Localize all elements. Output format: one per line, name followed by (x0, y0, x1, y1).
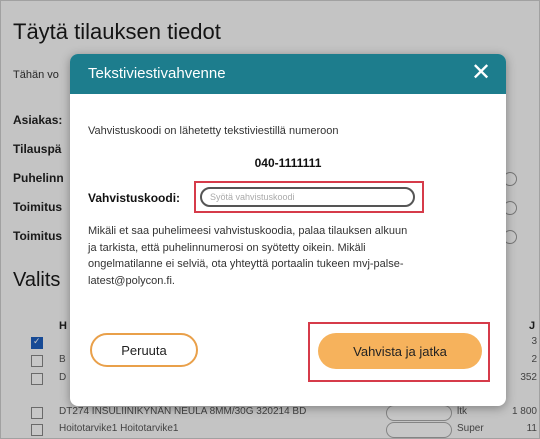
help-notice-line: ja tarkista, että puhelinnumerosi on syö… (88, 241, 366, 254)
close-icon: ✕ (470, 59, 492, 86)
verification-code-label: Vahvistuskoodi: (88, 191, 181, 205)
help-notice-line: Mikäli et saa puhelimeesi vahvistuskoodi… (88, 225, 408, 237)
dialog-header: Tekstiviestivahvenne ✕ (70, 54, 506, 94)
sms-sent-text: Vahvistuskoodi on lähetetty tekstiviesti… (88, 125, 339, 137)
help-notice-line: ongelmatilanne ei selviä, ota yhteyttä p… (88, 258, 404, 270)
dialog-title: Tekstiviestivahvenne (88, 65, 226, 82)
close-button[interactable]: ✕ (468, 60, 494, 86)
cancel-button[interactable]: Peruuta (90, 333, 198, 367)
confirm-button[interactable]: Vahvista ja jatka (318, 333, 482, 369)
phone-number: 040-1111111 (254, 156, 322, 170)
verification-code-input[interactable] (200, 187, 415, 207)
sms-verification-dialog: Tekstiviestivahvenne ✕ Vahvistuskoodi on… (70, 54, 506, 406)
help-notice: Mikäli et saa puhelimeesi vahvistuskoodi… (88, 223, 488, 289)
help-notice-line: latest@polycon.fi. (88, 274, 175, 287)
